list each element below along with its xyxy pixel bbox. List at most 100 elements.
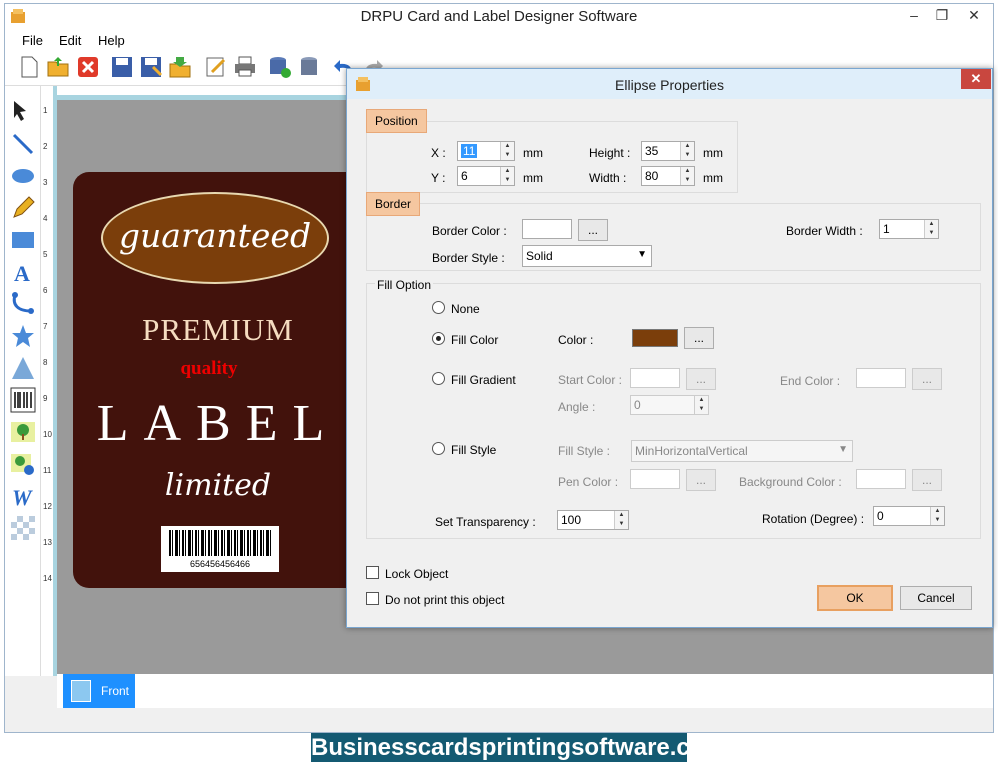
new-file-icon[interactable]	[17, 55, 41, 79]
height-unit: mm	[703, 146, 723, 160]
svg-text:A: A	[14, 261, 30, 285]
close-file-icon[interactable]	[76, 55, 100, 79]
select-tool-icon[interactable]	[10, 98, 36, 124]
triangle-tool-icon[interactable]	[10, 355, 36, 381]
start-color-swatch[interactable]	[630, 368, 680, 388]
start-color-button[interactable]: ...	[686, 368, 716, 390]
y-unit: mm	[523, 171, 543, 185]
radio-none[interactable]	[432, 301, 445, 314]
lock-object-label: Lock Object	[385, 567, 449, 581]
tab-front[interactable]: Front	[63, 674, 135, 708]
background-color-label: Background Color :	[739, 475, 842, 489]
rectangle-tool-icon[interactable]	[10, 227, 36, 253]
premium-text[interactable]: PREMIUM	[73, 312, 363, 348]
background-color-swatch[interactable]	[856, 469, 906, 489]
transparency-input[interactable]: 100 ▲ ▼	[557, 510, 629, 530]
barcode-tool-icon[interactable]	[10, 387, 36, 413]
pencil-tool-icon[interactable]	[10, 195, 36, 221]
cancel-button[interactable]: Cancel	[900, 586, 972, 610]
border-width-input[interactable]: 1 ▲ ▼	[879, 219, 939, 239]
border-header: Border	[366, 192, 421, 216]
wordart-tool-icon[interactable]: W	[10, 483, 36, 509]
radio-fill-gradient[interactable]	[432, 372, 445, 385]
pen-color-button[interactable]: ...	[686, 469, 716, 491]
dialog-title-bar: Ellipse Properties ✕	[347, 69, 992, 99]
edit-properties-icon[interactable]	[204, 55, 228, 79]
end-color-swatch[interactable]	[856, 368, 906, 388]
width-label: Width :	[589, 171, 627, 185]
ruler-tick-label: 14	[43, 574, 52, 583]
title-bar: DRPU Card and Label Designer Software – …	[5, 4, 993, 30]
border-width-label: Border Width :	[786, 224, 863, 238]
open-folder-icon[interactable]	[46, 55, 70, 79]
border-style-label: Border Style :	[432, 251, 505, 265]
close-window-button[interactable]: ✕	[957, 4, 991, 26]
picture-tool-icon[interactable]	[10, 419, 36, 445]
ruler-tick-label: 7	[43, 322, 48, 331]
pen-color-label: Pen Color :	[558, 475, 619, 489]
watermark-tool-icon[interactable]	[10, 515, 36, 541]
quality-text[interactable]: quality	[73, 358, 345, 380]
no-print-checkbox[interactable]	[366, 592, 379, 605]
label-card[interactable]: guaranteed PREMIUM quality LABEL limited…	[73, 172, 363, 588]
text-tool-icon[interactable]: A	[10, 259, 36, 285]
fill-style-label: Fill Style :	[558, 444, 611, 458]
radio-fill-style[interactable]	[432, 442, 445, 455]
ruler-tick-label: 8	[43, 358, 48, 367]
fill-color-swatch[interactable]	[632, 329, 678, 347]
dialog-close-button[interactable]: ✕	[961, 69, 991, 89]
star-tool-icon[interactable]	[10, 323, 36, 349]
ruler-tick-label: 3	[43, 178, 48, 187]
line-tool-icon[interactable]	[10, 131, 36, 157]
vertical-ruler: 1 2 3 4 5 6 7 8 9 10 11 12 13 14	[41, 86, 57, 676]
border-color-button[interactable]: ...	[578, 219, 608, 241]
save-as-icon[interactable]	[139, 55, 163, 79]
website-banner: Businesscardsprintingsoftware.com	[311, 733, 726, 762]
fill-color-label: Fill Color	[451, 333, 499, 347]
export-icon[interactable]	[168, 55, 192, 79]
ruler-tick-label: 12	[43, 502, 52, 511]
ok-button[interactable]: OK	[817, 585, 893, 611]
save-icon[interactable]	[110, 55, 134, 79]
fill-style-select[interactable]: MinHorizontalVertical ▼	[631, 440, 853, 462]
width-input[interactable]: 80 ▲ ▼	[641, 166, 695, 186]
pen-color-swatch[interactable]	[630, 469, 680, 489]
border-color-swatch[interactable]	[522, 219, 572, 239]
database-icon[interactable]	[297, 55, 321, 79]
tab-front-label: Front	[101, 684, 130, 698]
border-style-select[interactable]: Solid ▼	[522, 245, 652, 267]
end-color-button[interactable]: ...	[912, 368, 942, 390]
radio-fill-color[interactable]	[432, 332, 445, 345]
barcode-number: 656456456466	[189, 559, 251, 569]
curve-tool-icon[interactable]	[10, 291, 36, 317]
rotation-input[interactable]: 0 ▲ ▼	[873, 506, 945, 526]
angle-input[interactable]: 0 ▲ ▼	[630, 395, 709, 415]
ruler-tick-label: 5	[43, 250, 48, 259]
database-add-icon[interactable]	[268, 55, 292, 79]
menu-help[interactable]: Help	[98, 33, 125, 48]
height-input[interactable]: 35 ▲ ▼	[641, 141, 695, 161]
label-text[interactable]: LABEL	[73, 394, 363, 453]
ellipse-tool-icon[interactable]	[10, 163, 36, 189]
image-library-icon[interactable]	[10, 451, 36, 477]
fill-gradient-label: Fill Gradient	[451, 373, 516, 387]
maximize-button[interactable]: ❐	[929, 4, 955, 26]
background-color-button[interactable]: ...	[912, 469, 942, 491]
limited-text[interactable]: limited	[73, 468, 363, 503]
ruler-tick-label: 13	[43, 538, 52, 547]
print-icon[interactable]	[233, 55, 257, 79]
barcode-bars	[169, 530, 271, 556]
ruler-tick-label: 2	[43, 142, 48, 151]
window-title: DRPU Card and Label Designer Software	[360, 8, 638, 25]
menu-file[interactable]: File	[22, 33, 43, 48]
horizontal-ruler	[57, 86, 357, 100]
angle-label: Angle :	[558, 400, 596, 414]
fill-color-button[interactable]: ...	[684, 327, 714, 349]
x-input[interactable]: 11 ▲ ▼	[457, 141, 515, 161]
minimize-button[interactable]: –	[901, 4, 927, 26]
menu-edit[interactable]: Edit	[59, 33, 81, 48]
lock-object-checkbox[interactable]	[366, 566, 379, 579]
ellipse-object[interactable]: guaranteed	[101, 192, 329, 284]
barcode-object[interactable]: 656456456466	[161, 526, 279, 572]
y-input[interactable]: 6 ▲ ▼	[457, 166, 515, 186]
